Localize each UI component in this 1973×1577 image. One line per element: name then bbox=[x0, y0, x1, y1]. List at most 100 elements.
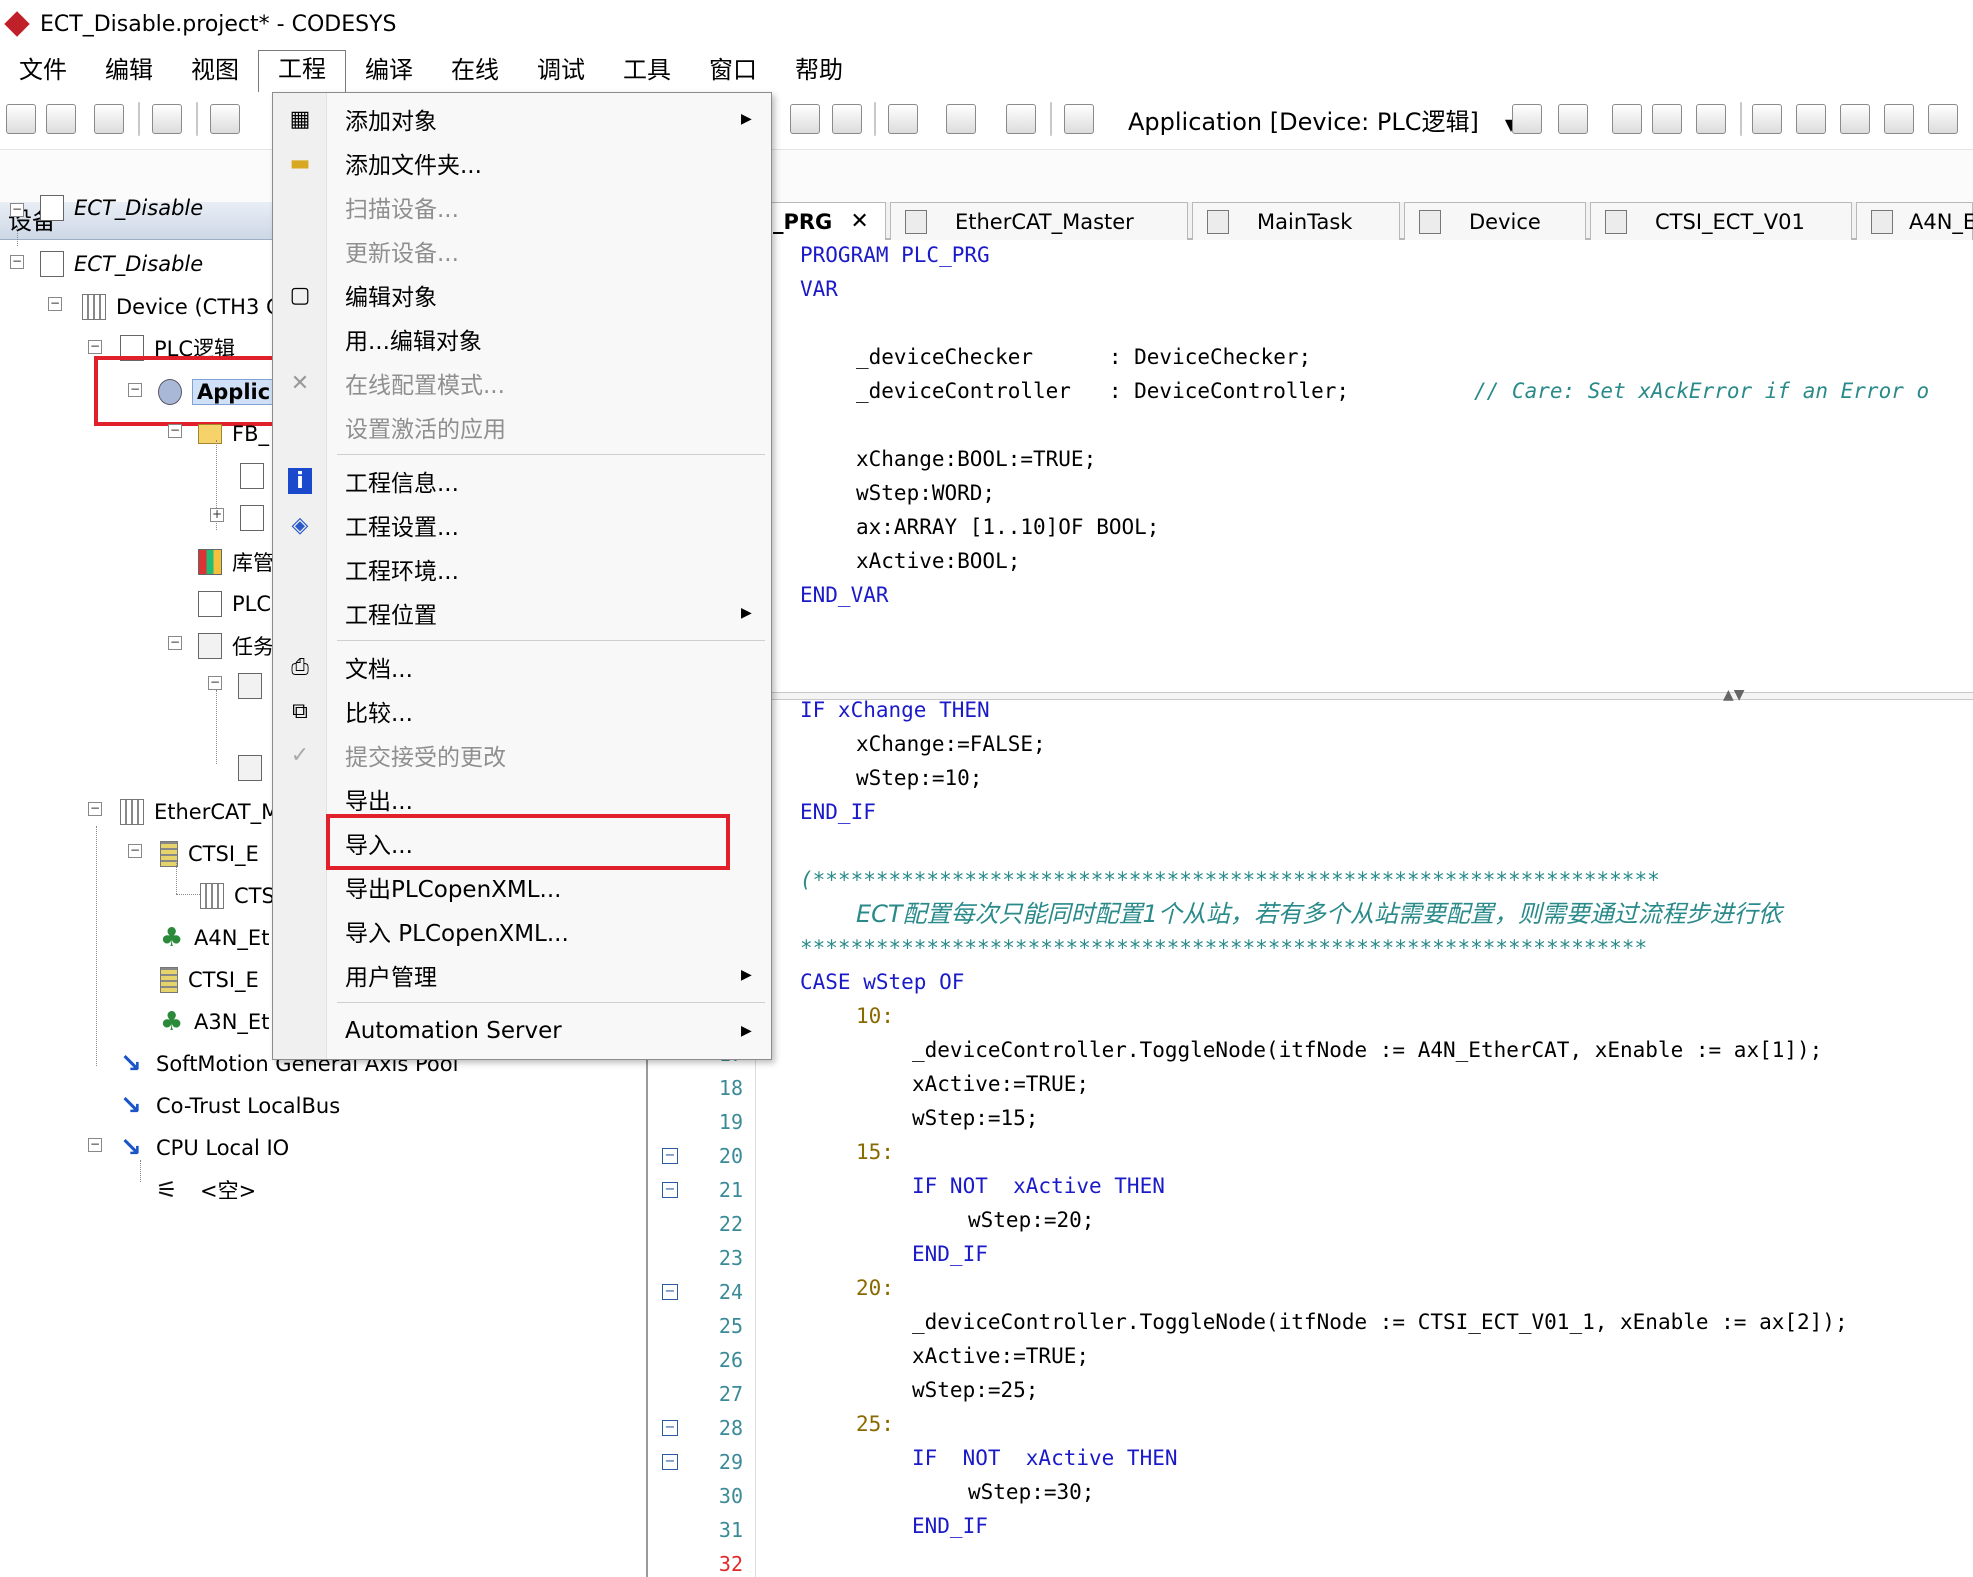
fold-collapse-icon[interactable]: − bbox=[662, 1284, 678, 1300]
menu-tools[interactable]: 工具 bbox=[604, 52, 690, 92]
print-icon[interactable] bbox=[152, 104, 182, 134]
tree-expander[interactable]: − bbox=[10, 255, 24, 269]
paste-icon[interactable] bbox=[1006, 104, 1036, 134]
tree-expander[interactable]: − bbox=[88, 802, 102, 816]
menu-item-commit-changes[interactable]: ✓ 提交接受的更改 bbox=[273, 733, 771, 777]
tree-node-ethercat-master[interactable]: EtherCAT_M bbox=[120, 794, 279, 830]
menu-item-update-devices[interactable]: 更新设备... bbox=[273, 229, 771, 273]
tree-node-a3n[interactable]: ♣ A3N_Et bbox=[160, 1004, 269, 1040]
menu-item-project-settings[interactable]: ◈ 工程设置... bbox=[273, 503, 771, 547]
menu-item-set-active-app[interactable]: 设置激活的应用 bbox=[273, 405, 771, 449]
tab-maintask[interactable]: MainTask bbox=[1192, 202, 1400, 240]
tab-ethercat-master[interactable]: EtherCAT_Master bbox=[890, 202, 1188, 240]
calendar-icon[interactable] bbox=[1064, 104, 1094, 134]
menu-item-user-management[interactable]: 用户管理 ▶ bbox=[273, 953, 771, 997]
tree-expander[interactable]: − bbox=[88, 1138, 102, 1152]
tree-node-cotrust-localbus[interactable]: ↘ Co-Trust LocalBus bbox=[120, 1088, 340, 1124]
save-icon[interactable] bbox=[94, 104, 124, 134]
application-select[interactable]: Application [Device: PLC逻辑]▼ bbox=[1128, 104, 1517, 140]
tree-node-ctsi-2[interactable]: CTSI_E bbox=[160, 962, 259, 998]
undo-icon[interactable] bbox=[210, 104, 240, 134]
tree-expander[interactable]: − bbox=[48, 297, 62, 311]
menu-item-automation-server[interactable]: Automation Server ▶ bbox=[273, 1009, 771, 1053]
run-to-cursor-icon[interactable] bbox=[1884, 104, 1914, 134]
tab-ctsi-ect-v01[interactable]: CTSI_ECT_V01 bbox=[1590, 202, 1852, 240]
step-into-icon[interactable] bbox=[1796, 104, 1826, 134]
menu-item-project-info[interactable]: i 工程信息... bbox=[273, 459, 771, 503]
device-icon bbox=[82, 294, 106, 320]
tree-node-library[interactable]: 库管 bbox=[198, 544, 274, 580]
login-icon[interactable] bbox=[790, 104, 820, 134]
tree-expander[interactable]: − bbox=[168, 424, 182, 438]
menu-item-scan-devices[interactable]: 扫描设备... bbox=[273, 185, 771, 229]
tree-node-fb-folder[interactable]: FB_ bbox=[198, 416, 269, 452]
tree-expander[interactable]: − bbox=[10, 203, 24, 217]
breakpoint-icon[interactable] bbox=[1928, 104, 1958, 134]
logout-icon[interactable] bbox=[832, 104, 862, 134]
step-over-icon[interactable] bbox=[1752, 104, 1782, 134]
reset-icon[interactable] bbox=[1696, 104, 1726, 134]
tab-a4n[interactable]: A4N_E bbox=[1856, 202, 1973, 240]
fold-collapse-icon[interactable]: − bbox=[662, 1182, 678, 1198]
open-folder-icon[interactable] bbox=[46, 104, 76, 134]
tree-node-project[interactable]: ECT_Disable bbox=[40, 190, 203, 226]
menu-item-compare[interactable]: ⧉ 比较... bbox=[273, 689, 771, 733]
menu-item-export-plcopenxml[interactable]: 导出PLCopenXML... bbox=[273, 865, 771, 909]
tree-node-device[interactable]: Device (CTH3 C bbox=[82, 289, 281, 325]
tree-node-a4n[interactable]: ♣ A4N_Et bbox=[160, 920, 269, 956]
close-icon[interactable]: ✕ bbox=[850, 203, 868, 241]
code-editor[interactable]: PROGRAM PLC_PRG VAR _deviceChecker : Dev… bbox=[768, 240, 1973, 1577]
tree-node-ctsi-1[interactable]: CTSI_E bbox=[160, 836, 259, 872]
menu-file[interactable]: 文件 bbox=[0, 52, 86, 92]
decl-line: ax:ARRAY [1..10]OF BOOL; bbox=[856, 515, 1160, 539]
fold-collapse-icon[interactable]: − bbox=[662, 1148, 678, 1164]
menu-edit[interactable]: 编辑 bbox=[86, 52, 172, 92]
tree-node-maintask[interactable] bbox=[238, 668, 272, 704]
tree-node-cpu-local-io[interactable]: ↘ CPU Local IO bbox=[120, 1130, 289, 1166]
menu-view[interactable]: 视图 bbox=[172, 52, 258, 92]
tree-expander[interactable]: − bbox=[208, 676, 222, 690]
tree-node-tasks[interactable]: 任务 bbox=[198, 628, 274, 664]
menu-item-edit-object[interactable]: ▢ 编辑对象 bbox=[273, 273, 771, 317]
login-online-icon[interactable] bbox=[1512, 104, 1542, 134]
menu-item-add-folder[interactable]: ▬ 添加文件夹... bbox=[273, 141, 771, 185]
menu-item-edit-object-with[interactable]: 用...编辑对象 bbox=[273, 317, 771, 361]
menu-build[interactable]: 编译 bbox=[346, 52, 432, 92]
line-number-gutter: 17 18 19 20 21 22 23 24 25 26 27 28 29 3… bbox=[650, 1030, 756, 1577]
menu-item-add-object[interactable]: ▦ 添加对象 ▶ bbox=[273, 97, 771, 141]
tree-node-plc-prg[interactable]: PLC bbox=[198, 586, 271, 622]
fold-collapse-icon[interactable]: − bbox=[662, 1420, 678, 1436]
menu-item-online-config-mode[interactable]: ✕ 在线配置模式... bbox=[273, 361, 771, 405]
menu-debug[interactable]: 调试 bbox=[518, 52, 604, 92]
tree-expander[interactable]: − bbox=[168, 636, 182, 650]
menu-item-project-env[interactable]: 工程环境... bbox=[273, 547, 771, 591]
stop-icon[interactable] bbox=[1652, 104, 1682, 134]
menu-project[interactable]: 工程 bbox=[258, 50, 346, 92]
add-object-icon[interactable] bbox=[946, 104, 976, 134]
copy-icon[interactable] bbox=[888, 104, 918, 134]
tree-expander[interactable]: − bbox=[128, 844, 142, 858]
menu-help[interactable]: 帮助 bbox=[776, 52, 862, 92]
run-icon[interactable] bbox=[1612, 104, 1642, 134]
tab-device[interactable]: Device bbox=[1404, 202, 1586, 240]
logout-online-icon[interactable] bbox=[1558, 104, 1588, 134]
step-out-icon[interactable] bbox=[1840, 104, 1870, 134]
menu-item-document[interactable]: ⎙ 文档... bbox=[273, 645, 771, 689]
new-project-icon[interactable] bbox=[6, 104, 36, 134]
editor-splitter[interactable]: ▲▼ bbox=[768, 687, 1973, 703]
submenu-arrow-icon: ▶ bbox=[741, 967, 752, 983]
fold-collapse-icon[interactable]: − bbox=[662, 1454, 678, 1470]
tab-plc-prg[interactable]: _PRG ✕ bbox=[768, 202, 886, 240]
menu-item-project-location[interactable]: 工程位置 ▶ bbox=[273, 591, 771, 635]
tree-node-pou-2[interactable] bbox=[240, 500, 274, 536]
tree-node-task-2[interactable] bbox=[238, 750, 272, 786]
tree-node-project[interactable]: ECT_Disable bbox=[40, 246, 203, 282]
tree-expander[interactable]: − bbox=[88, 340, 102, 354]
menu-online[interactable]: 在线 bbox=[432, 52, 518, 92]
tree-node-pou-1[interactable] bbox=[240, 458, 274, 494]
menu-window[interactable]: 窗口 bbox=[690, 52, 776, 92]
tree-node-cts-child[interactable]: CTS bbox=[200, 878, 275, 914]
menu-item-import-plcopenxml[interactable]: 导入 PLCopenXML... bbox=[273, 909, 771, 953]
tree-node-empty-slot[interactable]: ⚟ <空> bbox=[156, 1172, 256, 1208]
tree-expander[interactable]: + bbox=[210, 508, 224, 522]
